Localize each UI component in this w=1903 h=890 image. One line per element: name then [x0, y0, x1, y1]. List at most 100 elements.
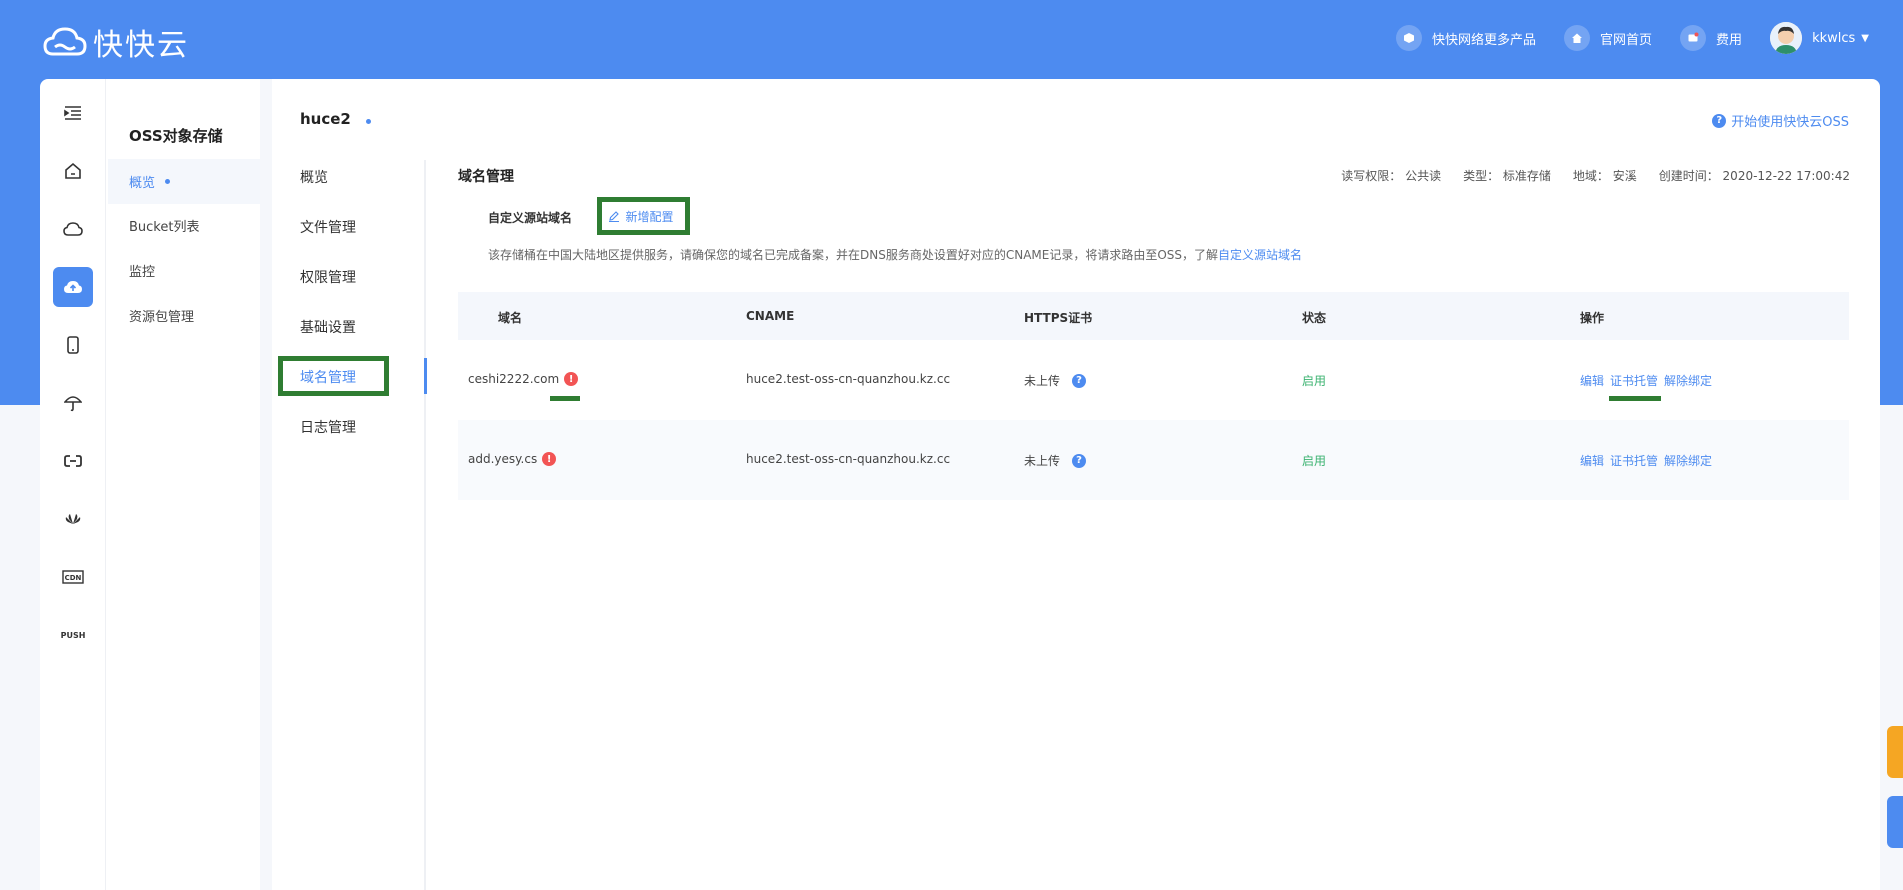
top-nav: 快快网络更多产品 官网首页 费用 kkwlcs ▼ [1368, 22, 1869, 54]
huawei-nav-icon[interactable] [53, 499, 93, 539]
user-menu[interactable]: kkwlcs ▼ [1770, 22, 1869, 54]
meta-created: 创建时间： 2020-12-22 17:00:42 [1658, 169, 1850, 183]
status-badge: 启用 [1302, 454, 1327, 468]
tab-log-management[interactable]: 日志管理 [300, 417, 356, 437]
push-nav-icon[interactable]: PUSH [53, 615, 93, 655]
menu-divider [424, 160, 426, 890]
edit-link[interactable]: 编辑 [1580, 452, 1604, 469]
homepage-label: 官网首页 [1600, 32, 1653, 48]
mobile-nav-icon[interactable] [53, 325, 93, 365]
bucket-meta: 读写权限： 公共读 类型： 标准存储 地域： 安溪 创建时间： 2020-12-… [1319, 167, 1850, 184]
tab-overview[interactable]: 概览 [300, 167, 328, 187]
section-title: 域名管理 [458, 169, 514, 185]
caret-down-icon: ▼ [1861, 32, 1869, 44]
unbind-link[interactable]: 解除绑定 [1664, 372, 1712, 389]
floating-service-tab[interactable] [1887, 726, 1903, 778]
icon-sidebar: CDN PUSH [40, 79, 106, 890]
start-oss-link[interactable]: ? 开始使用快快云OSS [1712, 111, 1849, 130]
umbrella-nav-icon[interactable] [53, 383, 93, 423]
billing-label: 费用 [1716, 32, 1743, 48]
table-row: add.yesy.cs ! huce2.test-oss-cn-quanzhou… [458, 420, 1849, 500]
collapse-menu-icon[interactable] [53, 93, 93, 133]
sidebar-title: OSS对象存储 [129, 127, 223, 145]
homepage-link[interactable]: 官网首页 [1564, 25, 1652, 51]
box-icon [1396, 25, 1423, 51]
billing-link[interactable]: 费用 [1680, 25, 1742, 51]
https-cell: 未上传 ? [1024, 372, 1091, 389]
https-text: 未上传 [1024, 374, 1061, 388]
active-tab-indicator [424, 358, 427, 394]
link-nav-icon[interactable] [53, 441, 93, 481]
highlight-underline-warning [550, 396, 580, 401]
meta-acl: 读写权限： 公共读 [1341, 169, 1442, 183]
domain-cell: ceshi2222.com ! [468, 372, 579, 386]
unbind-link[interactable]: 解除绑定 [1664, 452, 1712, 469]
home-icon [1564, 25, 1591, 51]
help-icon: ? [1712, 113, 1727, 128]
edit-link[interactable]: 编辑 [1580, 372, 1604, 389]
meta-type: 类型： 标准存储 [1463, 169, 1551, 183]
domain-text: ceshi2222.com [468, 372, 560, 386]
home-nav-icon[interactable] [53, 151, 93, 191]
description-text: 该存储桶在中国大陆地区提供服务，请确保您的域名已完成备案，并在DNS服务商处设置… [488, 248, 1219, 262]
header-status: 状态 [1302, 311, 1327, 325]
custom-domain-label: 自定义源站域名 [488, 211, 573, 225]
meta-region: 地域： 安溪 [1572, 169, 1637, 183]
domain-cell: add.yesy.cs ! [468, 452, 557, 466]
status-badge: 启用 [1302, 374, 1327, 388]
highlight-box-domain-tab [278, 356, 389, 396]
username: kkwlcs [1812, 30, 1856, 46]
https-text: 未上传 [1024, 454, 1061, 468]
header-https: HTTPS证书 [1024, 311, 1093, 325]
cloud-nav-icon[interactable] [53, 209, 93, 249]
bucket-name: huce2 [300, 110, 372, 128]
cname-cell: huce2.test-oss-cn-quanzhou.kz.cc [746, 452, 951, 466]
sidebar-item-label: 概览 [129, 176, 156, 191]
https-cell: 未上传 ? [1024, 452, 1091, 469]
active-dot [165, 179, 171, 184]
sidebar-item-overview[interactable]: 概览 [108, 159, 260, 204]
warning-icon[interactable]: ! [542, 452, 557, 466]
help-icon[interactable]: ? [1072, 453, 1087, 468]
brand-logo[interactable]: 快快云 [43, 20, 189, 64]
cdn-nav-icon[interactable]: CDN [53, 557, 93, 597]
table-header: 域名 CNAME HTTPS证书 状态 操作 [458, 292, 1849, 340]
sidebar-item-label: 监控 [129, 265, 156, 280]
cert-hosting-link[interactable]: 证书托管 [1610, 452, 1658, 469]
actions-cell: 编辑 证书托管 解除绑定 [1580, 452, 1718, 469]
cloud-logo-icon [43, 27, 87, 56]
help-icon[interactable]: ? [1072, 373, 1087, 388]
domain-description: 该存储桶在中国大陆地区提供服务，请确保您的域名已完成备案，并在DNS服务商处设置… [488, 246, 1302, 263]
table-row: ceshi2222.com ! huce2.test-oss-cn-quanzh… [458, 340, 1849, 420]
sidebar-item-resource-pack[interactable]: 资源包管理 [108, 293, 260, 338]
learn-custom-domain-link[interactable]: 自定义源站域名 [1218, 248, 1302, 262]
tab-basic-settings[interactable]: 基础设置 [300, 317, 356, 337]
sidebar-item-bucket-list[interactable]: Bucket列表 [108, 203, 260, 248]
cert-hosting-link[interactable]: 证书托管 [1610, 372, 1658, 389]
sidebar-item-label: Bucket列表 [129, 220, 200, 235]
warning-icon[interactable]: ! [564, 372, 579, 386]
header-actions: 操作 [1580, 311, 1605, 325]
domain-text: add.yesy.cs [468, 452, 538, 466]
sidebar-item-monitor[interactable]: 监控 [108, 248, 260, 293]
actions-cell: 编辑 证书托管 解除绑定 [1580, 372, 1718, 389]
cname-cell: huce2.test-oss-cn-quanzhou.kz.cc [746, 372, 951, 386]
svg-text:CDN: CDN [65, 574, 82, 582]
more-products-link[interactable]: 快快网络更多产品 [1396, 25, 1536, 51]
bucket-name-text: huce2 [300, 110, 351, 128]
oss-storage-icon[interactable] [53, 267, 93, 307]
more-products-label: 快快网络更多产品 [1432, 32, 1537, 48]
svg-text:PUSH: PUSH [61, 631, 86, 640]
sidebar-item-label: 资源包管理 [129, 310, 195, 325]
highlight-underline-cert [1609, 396, 1661, 401]
start-oss-label: 开始使用快快云OSS [1731, 115, 1849, 130]
bucket-dot [366, 119, 372, 124]
highlight-box-add-config [597, 197, 690, 235]
header-cname: CNAME [746, 309, 795, 323]
header-domain: 域名 [498, 311, 523, 325]
tab-file-management[interactable]: 文件管理 [300, 217, 356, 237]
tab-permission-management[interactable]: 权限管理 [300, 267, 356, 287]
billing-icon [1680, 25, 1707, 51]
floating-feedback-tab[interactable] [1887, 796, 1903, 848]
avatar [1770, 22, 1803, 54]
